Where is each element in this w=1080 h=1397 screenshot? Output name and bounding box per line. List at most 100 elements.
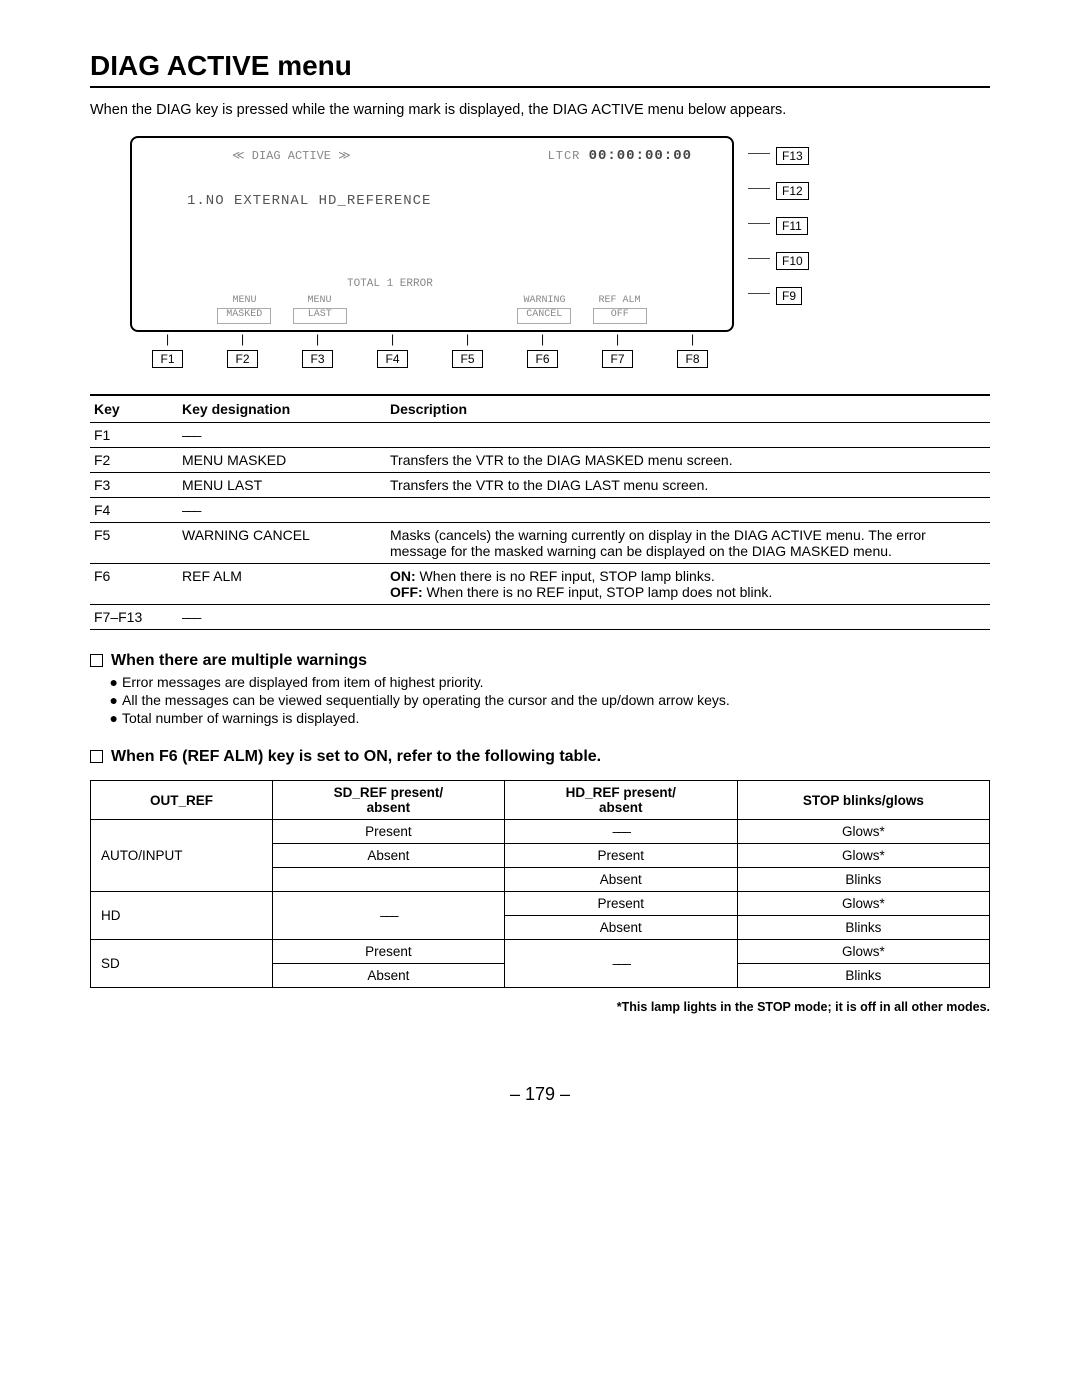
- soft-label: REF ALM: [582, 295, 657, 306]
- footnote: *This lamp lights in the STOP mode; it i…: [90, 1000, 990, 1014]
- sd-cell: Present: [273, 940, 505, 964]
- soft-label: MENU: [282, 295, 357, 306]
- key-cell: F3: [90, 473, 178, 498]
- description-cell: Masks (cancels) the warning currently on…: [386, 523, 990, 564]
- key-cell: F2: [90, 448, 178, 473]
- hd-cell: Present: [504, 844, 737, 868]
- soft-button: MASKED: [217, 308, 271, 324]
- fkey-label: F12: [776, 182, 809, 200]
- ref-table: OUT_REF SD_REF present/absent HD_REF pre…: [90, 780, 990, 988]
- ltcr-label: LTCR: [548, 149, 581, 163]
- description-cell: ON: When there is no REF input, STOP lam…: [386, 564, 990, 605]
- fkey-label: F8: [677, 350, 707, 368]
- sd-cell: [273, 868, 505, 892]
- sd-cell: –––: [273, 892, 505, 940]
- fkey-label: F1: [152, 350, 182, 368]
- intro-text: When the DIAG key is pressed while the w…: [90, 102, 990, 118]
- screen-title: ≪ DIAG ACTIVE ≫: [232, 148, 351, 163]
- sd-cell: Absent: [273, 964, 505, 988]
- description-header: Description: [386, 395, 990, 423]
- designation-header: Key designation: [178, 395, 386, 423]
- screen-total: TOTAL 1 ERROR: [347, 278, 433, 290]
- designation-cell: MENU MASKED: [178, 448, 386, 473]
- designation-cell: REF ALM: [178, 564, 386, 605]
- side-fkey-column: F13F12F11F10F9: [748, 136, 809, 311]
- screen-ltcr: LTCR 00:00:00:00: [548, 148, 692, 164]
- stop-cell: Blinks: [737, 868, 989, 892]
- soft-button: LAST: [293, 308, 347, 324]
- designation-cell: MENU LAST: [178, 473, 386, 498]
- outref-cell: AUTO/INPUT: [91, 820, 273, 892]
- designation-cell: –––: [178, 605, 386, 630]
- bottom-fkey-row: |F1|F2|F3|F4|F5|F6|F7|F8: [130, 332, 730, 368]
- list-item: Error messages are displayed from item o…: [118, 674, 990, 690]
- key-cell: F6: [90, 564, 178, 605]
- outref-cell: SD: [91, 940, 273, 988]
- description-cell: Transfers the VTR to the DIAG LAST menu …: [386, 473, 990, 498]
- soft-button: CANCEL: [517, 308, 571, 324]
- soft-label: [357, 295, 432, 306]
- hd-cell: Absent: [504, 916, 737, 940]
- soft-label: MENU: [207, 295, 282, 306]
- fkey-label: F5: [452, 350, 482, 368]
- stop-cell: Glows*: [737, 940, 989, 964]
- multi-warnings-list: Error messages are displayed from item o…: [118, 674, 990, 726]
- ref-alm-heading: When F6 (REF ALM) key is set to ON, refe…: [90, 748, 990, 766]
- fkey-label: F4: [377, 350, 407, 368]
- soft-button-row: MASKED LAST CANCEL OFF: [132, 308, 732, 324]
- list-item: Total number of warnings is displayed.: [118, 710, 990, 726]
- description-cell: [386, 605, 990, 630]
- key-header: Key: [90, 395, 178, 423]
- description-cell: [386, 423, 990, 448]
- ref-th-sd: SD_REF present/absent: [273, 781, 505, 820]
- square-bullet-icon: [90, 750, 103, 763]
- outref-cell: HD: [91, 892, 273, 940]
- screen-message: 1.NO EXTERNAL HD_REFERENCE: [187, 193, 431, 209]
- soft-label: [657, 295, 732, 306]
- key-cell: F1: [90, 423, 178, 448]
- hd-cell: –––: [504, 820, 737, 844]
- screen-diagram: ≪ DIAG ACTIVE ≫ LTCR 00:00:00:00 1.NO EX…: [90, 136, 990, 368]
- hd-cell: –––: [504, 940, 737, 988]
- list-item: All the messages can be viewed sequentia…: [118, 692, 990, 708]
- key-cell: F5: [90, 523, 178, 564]
- designation-cell: WARNING CANCEL: [178, 523, 386, 564]
- page-title: DIAG ACTIVE menu: [90, 50, 990, 88]
- sd-cell: Absent: [273, 844, 505, 868]
- ltcr-value: 00:00:00:00: [589, 148, 692, 164]
- key-table: Key Key designation Description F1–––F2M…: [90, 394, 990, 630]
- ref-th-stop: STOP blinks/glows: [737, 781, 989, 820]
- screen-box: ≪ DIAG ACTIVE ≫ LTCR 00:00:00:00 1.NO EX…: [130, 136, 734, 332]
- key-cell: F7–F13: [90, 605, 178, 630]
- sd-cell: Present: [273, 820, 505, 844]
- stop-cell: Blinks: [737, 916, 989, 940]
- soft-label: WARNING: [507, 295, 582, 306]
- description-cell: Transfers the VTR to the DIAG MASKED men…: [386, 448, 990, 473]
- description-cell: [386, 498, 990, 523]
- soft-label: [432, 295, 507, 306]
- key-cell: F4: [90, 498, 178, 523]
- hd-cell: Absent: [504, 868, 737, 892]
- fkey-label: F3: [302, 350, 332, 368]
- hd-cell: Present: [504, 892, 737, 916]
- fkey-label: F6: [527, 350, 557, 368]
- soft-label: [132, 295, 207, 306]
- stop-cell: Blinks: [737, 964, 989, 988]
- fkey-label: F2: [227, 350, 257, 368]
- fkey-label: F7: [602, 350, 632, 368]
- stop-cell: Glows*: [737, 892, 989, 916]
- stop-cell: Glows*: [737, 820, 989, 844]
- designation-cell: –––: [178, 423, 386, 448]
- fkey-label: F13: [776, 147, 809, 165]
- ref-th-outref: OUT_REF: [91, 781, 273, 820]
- fkey-label: F11: [776, 217, 808, 235]
- stop-cell: Glows*: [737, 844, 989, 868]
- ref-alm-heading-text: When F6 (REF ALM) key is set to ON, refe…: [111, 748, 601, 765]
- multi-warnings-heading-text: When there are multiple warnings: [111, 652, 367, 669]
- multi-warnings-heading: When there are multiple warnings: [90, 652, 990, 670]
- square-bullet-icon: [90, 654, 103, 667]
- soft-label-row: MENUMENU WARNINGREF ALM: [132, 295, 732, 306]
- fkey-label: F10: [776, 252, 809, 270]
- ref-th-hd: HD_REF present/absent: [504, 781, 737, 820]
- soft-button: OFF: [593, 308, 647, 324]
